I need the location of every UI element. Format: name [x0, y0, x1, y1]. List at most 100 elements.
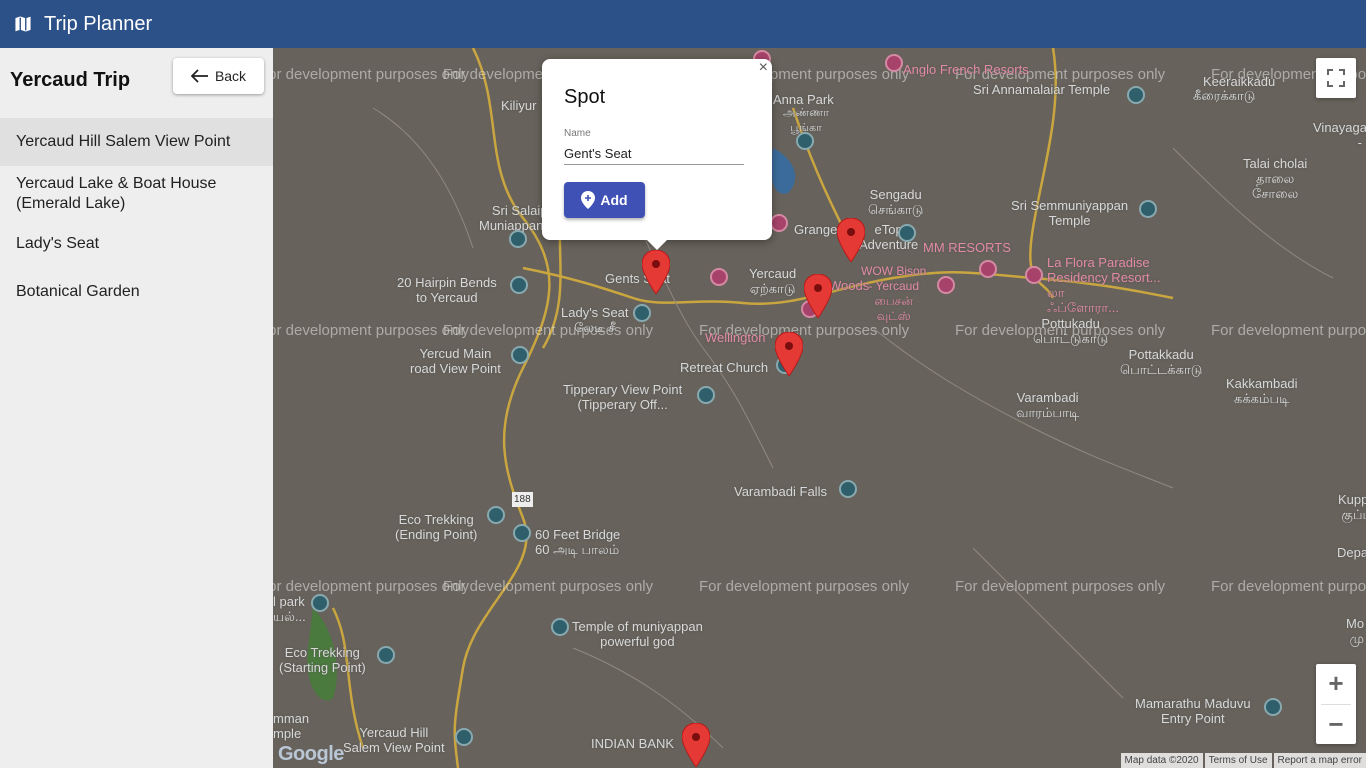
park-icon[interactable] — [796, 132, 814, 150]
name-field-label: Name — [564, 128, 591, 139]
camera-icon[interactable] — [839, 480, 857, 498]
map-label: Eco Trekking (Starting Point) — [279, 645, 366, 675]
map-label: Pottukadu பொட்டுகாடு — [1033, 316, 1109, 346]
marker-pin[interactable] — [804, 274, 832, 318]
marker-pin[interactable] — [775, 332, 803, 376]
hotel-icon[interactable] — [885, 54, 903, 72]
app-bar: Trip Planner — [0, 0, 1366, 48]
map-label: 20 Hairpin Bends to Yercaud — [397, 275, 497, 305]
map-label: Talai cholai தாலை சோலை — [1243, 156, 1308, 201]
hotel-icon[interactable] — [770, 214, 788, 232]
watermark: For development purposes only — [1211, 578, 1366, 595]
add-label: Add — [600, 192, 628, 208]
map-label: MM RESORTS — [923, 240, 1011, 255]
map-label: Mo மு — [1346, 616, 1365, 646]
fullscreen-icon — [1327, 69, 1345, 87]
park-icon[interactable] — [311, 594, 329, 612]
map-label: Yercaud Hill Salem View Point — [343, 725, 445, 755]
map-label: Anna Park — [773, 92, 834, 107]
marker-pin[interactable] — [642, 250, 670, 294]
google-logo[interactable]: Google — [278, 743, 344, 766]
map-label: Retreat Church — [680, 360, 769, 375]
map-label: INDIAN BANK — [591, 736, 675, 751]
route-shield: 188 — [512, 492, 533, 507]
fullscreen-button[interactable] — [1316, 58, 1356, 98]
camera-icon[interactable] — [510, 276, 528, 294]
report-error-link[interactable]: Report a map error — [1273, 753, 1366, 768]
back-button[interactable]: Back — [173, 58, 264, 94]
watermark: For development purposes only — [443, 578, 654, 595]
map-label: Vinayaga te - Pe — [1313, 120, 1366, 150]
map-label: Sri Semmuniyappan Temple — [1011, 198, 1129, 228]
terms-link[interactable]: Terms of Use — [1204, 753, 1272, 768]
map-label: Varambadi வாரம்பாடி — [1016, 390, 1080, 420]
camera-icon[interactable] — [509, 230, 527, 248]
map-label: WOW Bison - Yercaud பைசன் வுட்ஸ் — [861, 264, 927, 323]
add-button[interactable]: Add — [564, 182, 645, 218]
app-title: Trip Planner — [44, 12, 153, 35]
close-icon[interactable]: × — [759, 59, 768, 77]
spot-popup: × Spot Name Add — [542, 59, 772, 250]
map-label: Temple of muniyappan powerful god — [572, 619, 703, 649]
spot-list: Yercaud Hill Salem View Point Yercaud La… — [0, 118, 273, 316]
map-label: Tipperary View Point (Tipperary Off... — [563, 382, 683, 412]
trip-title: Yercaud Trip — [10, 69, 131, 91]
map-label: Keeraikkadu — [1203, 74, 1276, 89]
zoom-out-button[interactable]: − — [1316, 704, 1356, 744]
hotel-icon[interactable] — [979, 260, 997, 278]
camera-icon[interactable] — [511, 346, 529, 364]
map-label: mman mple — [273, 711, 310, 741]
map-label: Anglo French Resorts — [903, 62, 1029, 77]
list-item[interactable]: Lady's Seat — [0, 220, 273, 268]
popup-title: Spot — [564, 86, 606, 108]
hotel-icon[interactable] — [710, 268, 728, 286]
map-label: Wellington — [705, 330, 766, 345]
map-label: Kakkambadi கக்கம்படி — [1226, 376, 1298, 406]
map-label: Varambadi Falls — [734, 484, 827, 499]
map-roads — [307, 48, 1334, 768]
map-attribution: Map data ©2020 Terms of Use Report a map… — [1119, 753, 1366, 768]
zoom-in-button[interactable]: + — [1316, 664, 1356, 704]
map-view[interactable]: For development purposes only For develo… — [273, 48, 1366, 768]
map-label: Grange — [794, 222, 838, 237]
map-label: Yercud Main road View Point — [410, 346, 501, 376]
map-label: Kuppa குப்ப — [1338, 492, 1366, 522]
add-location-icon — [581, 191, 596, 209]
map-label: La Flora Paradise Residency Resort... லா… — [1047, 255, 1161, 315]
park-icon[interactable] — [487, 506, 505, 524]
list-item[interactable]: Yercaud Hill Salem View Point — [0, 118, 273, 166]
map-label: Yercaud ஏற்காடு — [749, 266, 797, 296]
map-label: Sengadu செங்காடு — [868, 187, 924, 217]
watermark: For development purposes only — [273, 66, 470, 83]
watermark: For development purposes only — [955, 578, 1166, 595]
sidebar: Yercaud Trip Back Yercaud Hill Salem Vie… — [0, 48, 273, 768]
temple-icon[interactable] — [551, 618, 569, 636]
marker-pin[interactable] — [682, 723, 710, 767]
map-label: Mamarathu Maduvu Entry Point — [1135, 696, 1251, 726]
camera-icon[interactable] — [898, 224, 916, 242]
arrow-left-icon — [190, 69, 208, 83]
map-label: Sri Annamalaiar Temple — [973, 82, 1111, 97]
hotel-icon[interactable] — [937, 276, 955, 294]
sidebar-header: Yercaud Trip Back — [0, 48, 273, 118]
park-icon[interactable] — [377, 646, 395, 664]
camera-icon[interactable] — [1139, 200, 1157, 218]
map-data-text: Map data ©2020 — [1120, 753, 1203, 768]
bridge-icon[interactable] — [513, 524, 531, 542]
map-label: Pottakkadu பொட்டக்காடு — [1120, 347, 1203, 377]
camera-icon[interactable] — [1264, 698, 1282, 716]
map-label: l park யல்... — [273, 594, 306, 624]
map-label: Eco Trekking (Ending Point) — [395, 512, 478, 542]
marker-pin[interactable] — [837, 218, 865, 262]
list-item[interactable]: Yercaud Lake & Boat House (Emerald Lake) — [0, 166, 273, 220]
list-item[interactable]: Botanical Garden — [0, 268, 273, 316]
camera-icon[interactable] — [455, 728, 473, 746]
temple-icon[interactable] — [1127, 86, 1145, 104]
name-field[interactable] — [564, 143, 744, 165]
camera-icon[interactable] — [633, 304, 651, 322]
back-label: Back — [214, 68, 247, 84]
map-icon — [14, 14, 32, 34]
camera-icon[interactable] — [697, 386, 715, 404]
hotel-icon[interactable] — [1025, 266, 1043, 284]
watermark: For development purposes only — [699, 578, 910, 595]
